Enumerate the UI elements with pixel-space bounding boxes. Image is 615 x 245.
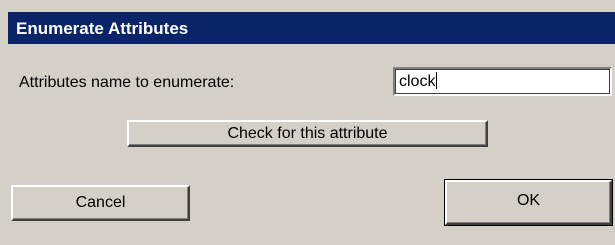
attribute-name-label: Attributes name to enumerate: — [19, 74, 235, 91]
attribute-name-input[interactable]: clock — [393, 67, 612, 96]
text-caret — [436, 72, 438, 89]
ok-button[interactable]: OK — [444, 179, 613, 226]
attribute-name-value: clock — [399, 73, 436, 90]
check-attribute-button[interactable]: Check for this attribute — [127, 120, 488, 147]
title-bar[interactable]: Enumerate Attributes — [8, 12, 615, 44]
cancel-button[interactable]: Cancel — [11, 185, 190, 221]
enumerate-attributes-dialog: Enumerate Attributes Attributes name to … — [0, 0, 615, 245]
dialog-title: Enumerate Attributes — [16, 19, 189, 38]
